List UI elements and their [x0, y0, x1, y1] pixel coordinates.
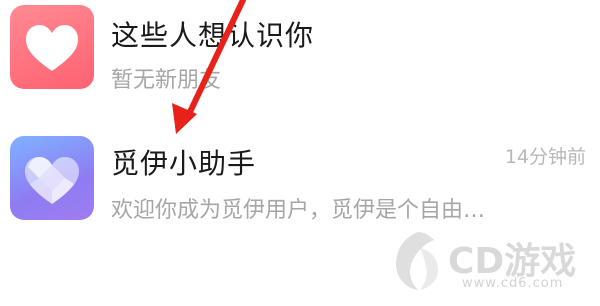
message-time: 14分钟前 — [504, 146, 586, 168]
conversation-preview: 暂无新朋友 — [111, 68, 222, 93]
conversation-item-assistant[interactable]: 觅伊小助手 14分钟前 欢迎你成为觅伊用户，觅伊是个自由… — [0, 124, 600, 234]
watermark-url: www.cd6.com — [462, 276, 564, 291]
watermark-logo-icon — [396, 232, 438, 290]
watermark: CD游戏 www.cd6.com — [390, 228, 590, 298]
conversation-name: 这些人想认识你 — [111, 19, 315, 52]
conversation-item-meet-people[interactable]: 这些人想认识你 暂无新朋友 — [0, 0, 600, 110]
conversation-preview: 欢迎你成为觅伊用户，觅伊是个自由… — [111, 198, 486, 223]
conversation-name: 觅伊小助手 — [111, 147, 257, 180]
avatar — [10, 5, 94, 89]
heart-icon — [26, 25, 78, 71]
diamond-heart-icon — [25, 157, 79, 204]
message-list-screen: 这些人想认识你 暂无新朋友 觅伊小助手 14分钟前 欢迎你成为觅伊用户，觅伊是个… — [0, 0, 600, 306]
avatar — [10, 136, 94, 220]
